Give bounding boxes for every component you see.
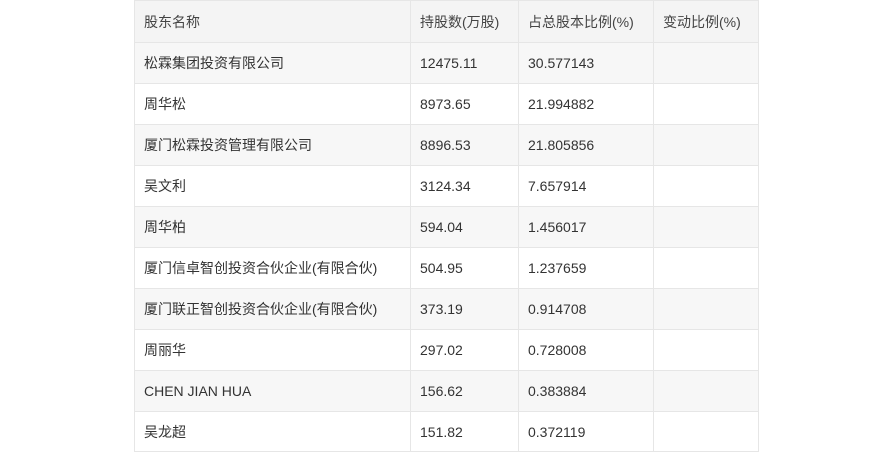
header-shares-held: 持股数(万股) — [410, 0, 519, 43]
cell-shares-held: 297.02 — [410, 329, 519, 371]
table-row: 吴龙超 151.82 0.372119 — [134, 411, 759, 452]
cell-shares-held: 8973.65 — [410, 83, 519, 125]
cell-change-ratio — [653, 165, 759, 207]
cell-shares-held: 3124.34 — [410, 165, 519, 207]
cell-shares-held: 594.04 — [410, 206, 519, 248]
cell-change-ratio — [653, 42, 759, 84]
header-change-ratio: 变动比例(%) — [653, 0, 759, 43]
table-row: 周丽华 297.02 0.728008 — [134, 329, 759, 371]
cell-shares-held: 373.19 — [410, 288, 519, 330]
cell-shareholder-name: 厦门松霖投资管理有限公司 — [134, 124, 411, 166]
cell-shares-held: 504.95 — [410, 247, 519, 289]
cell-share-ratio: 0.728008 — [518, 329, 654, 371]
cell-shares-held: 8896.53 — [410, 124, 519, 166]
cell-shareholder-name: 周华柏 — [134, 206, 411, 248]
cell-change-ratio — [653, 83, 759, 125]
header-shareholder-name: 股东名称 — [134, 0, 411, 43]
cell-shareholder-name: 吴龙超 — [134, 411, 411, 452]
cell-shareholder-name: 厦门联正智创投资合伙企业(有限合伙) — [134, 288, 411, 330]
cell-share-ratio: 7.657914 — [518, 165, 654, 207]
header-share-ratio: 占总股本比例(%) — [518, 0, 654, 43]
table-row: 厦门联正智创投资合伙企业(有限合伙) 373.19 0.914708 — [134, 288, 759, 330]
cell-shareholder-name: 厦门信卓智创投资合伙企业(有限合伙) — [134, 247, 411, 289]
cell-share-ratio: 30.577143 — [518, 42, 654, 84]
table-row: 周华松 8973.65 21.994882 — [134, 83, 759, 125]
cell-share-ratio: 0.383884 — [518, 370, 654, 412]
cell-shares-held: 151.82 — [410, 411, 519, 452]
table-row: 周华柏 594.04 1.456017 — [134, 206, 759, 248]
cell-shareholder-name: CHEN JIAN HUA — [134, 370, 411, 412]
cell-shareholder-name: 周丽华 — [134, 329, 411, 371]
cell-change-ratio — [653, 247, 759, 289]
cell-change-ratio — [653, 206, 759, 248]
cell-change-ratio — [653, 288, 759, 330]
cell-shareholder-name: 周华松 — [134, 83, 411, 125]
cell-share-ratio: 21.994882 — [518, 83, 654, 125]
cell-change-ratio — [653, 124, 759, 166]
cell-share-ratio: 0.914708 — [518, 288, 654, 330]
table-header-row: 股东名称 持股数(万股) 占总股本比例(%) 变动比例(%) — [134, 0, 759, 43]
cell-share-ratio: 1.456017 — [518, 206, 654, 248]
table-row: 吴文利 3124.34 7.657914 — [134, 165, 759, 207]
table-row: CHEN JIAN HUA 156.62 0.383884 — [134, 370, 759, 412]
cell-share-ratio: 1.237659 — [518, 247, 654, 289]
table-row: 厦门信卓智创投资合伙企业(有限合伙) 504.95 1.237659 — [134, 247, 759, 289]
cell-shareholder-name: 吴文利 — [134, 165, 411, 207]
cell-change-ratio — [653, 411, 759, 452]
shareholder-table-container: 股东名称 持股数(万股) 占总股本比例(%) 变动比例(%) 松霖集团投资有限公… — [134, 0, 759, 452]
cell-share-ratio: 21.805856 — [518, 124, 654, 166]
cell-change-ratio — [653, 329, 759, 371]
cell-shares-held: 156.62 — [410, 370, 519, 412]
table-row: 厦门松霖投资管理有限公司 8896.53 21.805856 — [134, 124, 759, 166]
cell-shareholder-name: 松霖集团投资有限公司 — [134, 42, 411, 84]
shareholder-table: 股东名称 持股数(万股) 占总股本比例(%) 变动比例(%) 松霖集团投资有限公… — [134, 0, 759, 452]
cell-shares-held: 12475.11 — [410, 42, 519, 84]
cell-change-ratio — [653, 370, 759, 412]
table-row: 松霖集团投资有限公司 12475.11 30.577143 — [134, 42, 759, 84]
cell-share-ratio: 0.372119 — [518, 411, 654, 452]
